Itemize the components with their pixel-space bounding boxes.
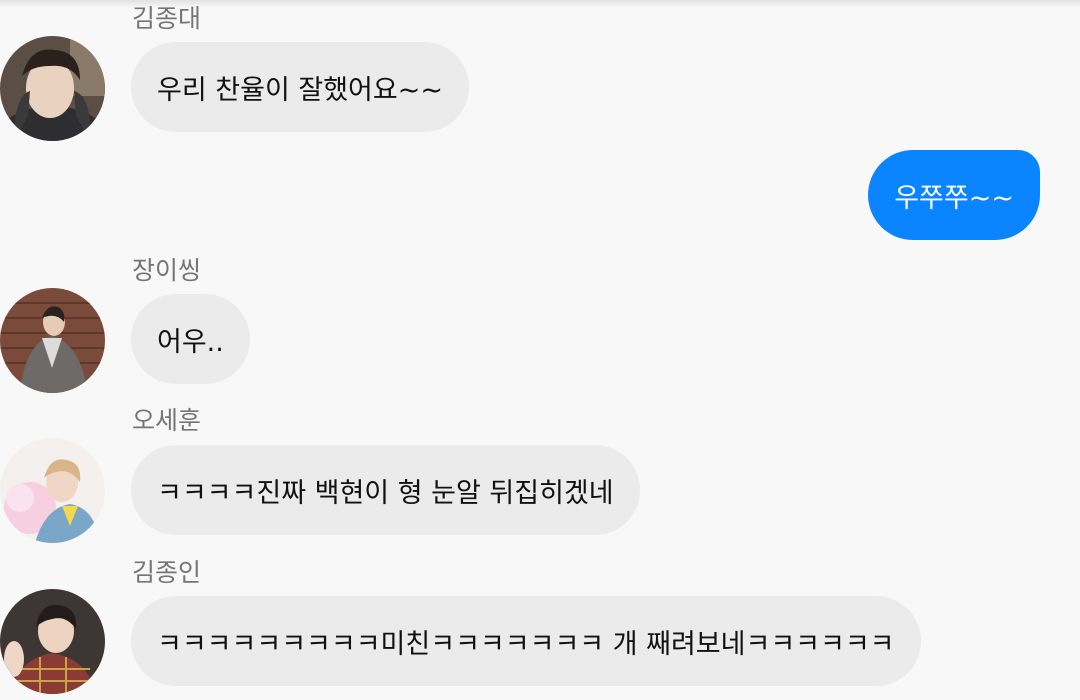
sender-name: 오세훈 (132, 406, 202, 435)
message-bubble-outgoing[interactable]: 우쭈쭈~~ (868, 150, 1040, 240)
message-bubble-incoming[interactable]: ㅋㅋㅋㅋㅋㅋㅋㅋㅋ미친ㅋㅋㅋㅋㅋㅋㅋ 개 째려보네ㅋㅋㅋㅋㅋㅋ (131, 596, 921, 686)
avatar-photo[interactable] (0, 438, 105, 543)
avatar-photo[interactable] (0, 36, 105, 141)
sender-name: 김종대 (132, 4, 202, 33)
avatar-photo[interactable] (0, 589, 105, 694)
sender-name: 김종인 (132, 558, 202, 587)
message-bubble-incoming[interactable]: 어우.. (131, 294, 250, 384)
message-bubble-incoming[interactable]: 우리 찬율이 잘했어요~~ (131, 42, 469, 132)
sender-name: 장이씽 (132, 256, 202, 285)
avatar-photo[interactable] (0, 288, 105, 393)
message-bubble-incoming[interactable]: ㅋㅋㅋㅋ진짜 백현이 형 눈알 뒤집히겠네 (131, 445, 640, 535)
